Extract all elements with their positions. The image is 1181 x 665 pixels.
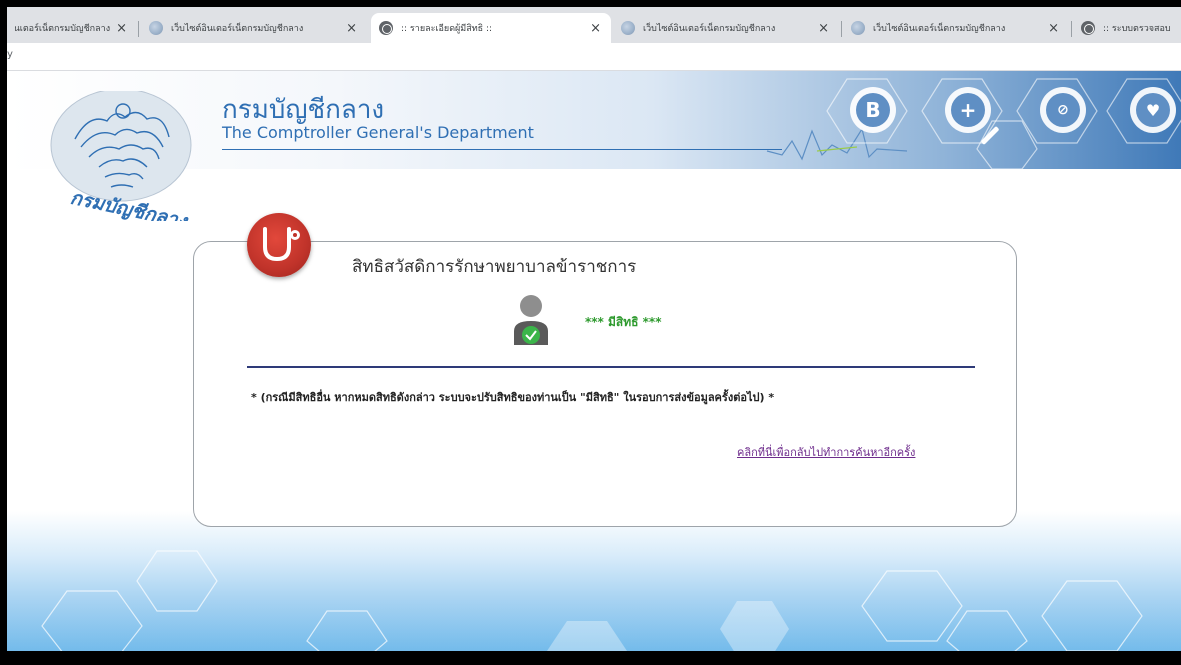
gov-emblem-icon [621,21,635,35]
gov-emblem-icon [149,21,163,35]
heart-pulse-icon: ♥ [1130,87,1176,133]
close-tab-icon[interactable]: × [818,21,829,36]
tab-1-label: เว็บไซต์อินเตอร์เน็ตกรมบัญชีกลาง [15,24,111,34]
bottom-strip [0,651,1181,665]
close-tab-icon[interactable]: × [1048,21,1059,36]
tab-5-label: เว็บไซต์อินเตอร์เน็ตกรมบัญชีกลาง [873,24,1006,34]
tab-6-label: :: ระบบตรวจสอบ [1103,24,1171,34]
card-title: สิทธิสวัสดิการรักษาพยาบาลข้าราชการ [352,257,637,277]
tab-separator [138,21,139,37]
eligibility-notice: * (กรณีมีสิทธิอื่น หากหมดสิทธิดังกล่าว ร… [251,391,775,404]
tab-1[interactable]: เว็บไซต์อินเตอร์เน็ตกรมบัญชีกลาง × [7,13,137,43]
browser-window: เว็บไซต์อินเตอร์เน็ตกรมบัญชีกลาง × เว็บไ… [7,7,1181,658]
globe-icon [379,21,393,35]
title-underline [222,149,782,150]
tab-5[interactable]: เว็บไซต์อินเตอร์เน็ตกรมบัญชีกลาง × [843,13,1069,43]
globe-icon [1081,21,1095,35]
web-page: B + ⊘ ♥ กรมบัญชีกลาง The Comptroller Gen… [7,71,1181,658]
tab-2-label: เว็บไซต์อินเตอร์เน็ตกรมบัญชีกลาง [171,24,304,34]
close-tab-icon[interactable]: × [346,21,357,36]
close-tab-icon[interactable]: × [116,21,127,36]
hexagon-pattern [41,550,1143,658]
tab-3-active[interactable]: :: รายละเอียดผู้มีสิทธิ :: × [371,13,611,43]
garuda-logo: กรมบัญชีกลาง [45,88,213,233]
bottom-decoration [7,511,1181,658]
user-avatar-icon [512,293,550,347]
tab-2[interactable]: เว็บไซต์อินเตอร์เน็ตกรมบัญชีกลาง × [141,13,367,43]
medical-cross-icon: + [945,87,991,133]
tab-4[interactable]: เว็บไซต์อินเตอร์เน็ตกรมบัญชีกลาง × [613,13,839,43]
tab-4-label: เว็บไซต์อินเตอร์เน็ตกรมบัญชีกลาง [643,24,776,34]
gov-emblem-icon [851,21,865,35]
toolbar-fragment: y [7,49,13,60]
close-tab-icon[interactable]: × [590,21,601,36]
pill-icon: ⊘ [1040,87,1086,133]
eligibility-status: *** มีสิทธิ *** [585,315,662,329]
tab-separator [841,21,842,37]
stethoscope-badge [247,213,311,277]
tab-3-label: :: รายละเอียดผู้มีสิทธิ :: [401,24,493,34]
card-divider [247,366,975,368]
tab-separator [1071,21,1072,37]
site-title-english: The Comptroller General's Department [222,123,534,142]
tab-strip: เว็บไซต์อินเตอร์เน็ตกรมบัญชีกลาง × เว็บไ… [7,7,1181,43]
bitcoin-icon: B [850,87,896,133]
tab-6[interactable]: :: ระบบตรวจสอบ [1073,13,1181,43]
eligibility-card [193,241,1017,527]
stethoscope-icon [263,227,300,262]
browser-toolbar: y [7,43,1181,71]
back-to-search-link[interactable]: คลิกที่นี่เพื่อกลับไปทำการค้นหาอีกครั้ง [737,443,915,461]
